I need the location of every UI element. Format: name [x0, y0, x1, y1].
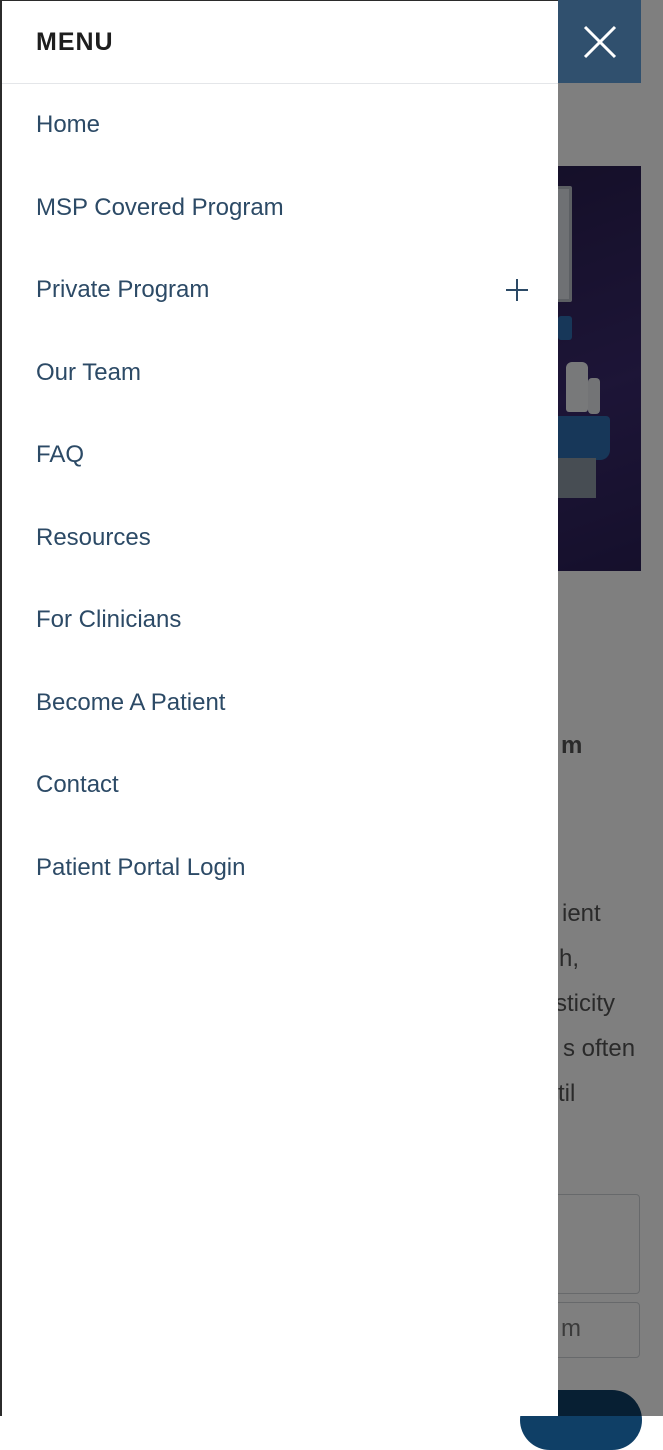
menu-item-contact[interactable]: Contact [2, 744, 558, 827]
menu-item-label: Resources [36, 523, 151, 551]
menu-title: MENU [36, 27, 114, 56]
menu-item-for-clinicians[interactable]: For Clinicians [2, 579, 558, 662]
plus-icon[interactable] [506, 279, 528, 302]
menu-list: Home MSP Covered Program Private Program… [2, 84, 558, 909]
menu-item-resources[interactable]: Resources [2, 497, 558, 580]
menu-item-label: FAQ [36, 441, 85, 469]
menu-item-label: Private Program [36, 276, 210, 304]
menu-item-faq[interactable]: FAQ [2, 414, 558, 497]
menu-item-label: Home [36, 111, 101, 139]
menu-item-our-team[interactable]: Our Team [2, 332, 558, 415]
menu-item-private-program[interactable]: Private Program [2, 249, 558, 332]
menu-item-home[interactable]: Home [2, 84, 558, 167]
menu-item-label: Become A Patient [36, 688, 226, 716]
menu-drawer: MENU Home MSP Covered Program Private Pr… [0, 0, 558, 1416]
menu-item-patient-portal-login[interactable]: Patient Portal Login [2, 827, 558, 910]
close-icon [583, 25, 617, 59]
menu-item-become-a-patient[interactable]: Become A Patient [2, 662, 558, 745]
menu-header: MENU [2, 1, 558, 84]
menu-item-label: Our Team [36, 358, 141, 386]
menu-item-label: MSP Covered Program [36, 193, 284, 221]
menu-item-label: For Clinicians [36, 606, 182, 634]
menu-item-label: Patient Portal Login [36, 853, 246, 881]
menu-item-msp-covered-program[interactable]: MSP Covered Program [2, 167, 558, 250]
menu-item-label: Contact [36, 771, 119, 799]
close-menu-button[interactable] [558, 0, 641, 83]
